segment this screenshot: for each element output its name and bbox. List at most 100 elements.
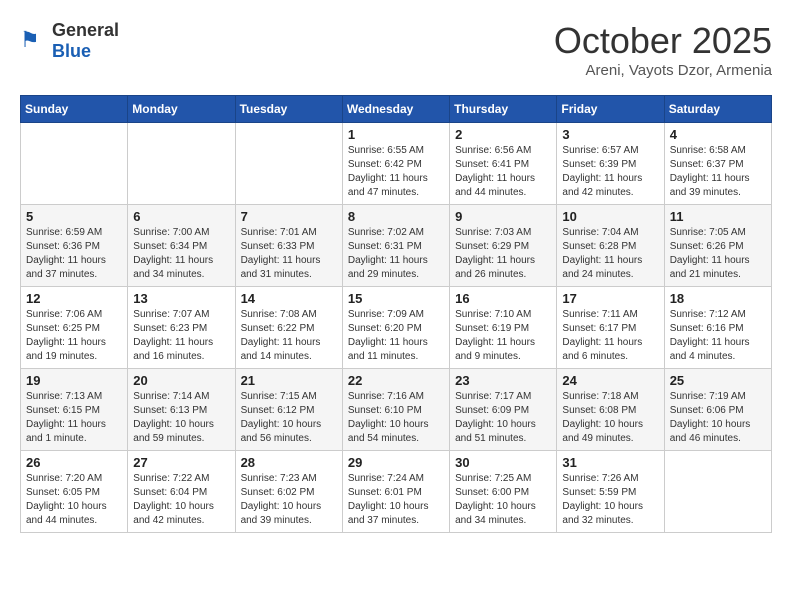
calendar-cell: 11 Sunrise: 7:05 AM Sunset: 6:26 PM Dayli… (664, 205, 771, 287)
day-info: Sunrise: 7:26 AM Sunset: 5:59 PM Dayligh… (562, 472, 658, 528)
day-info: Sunrise: 7:20 AM Sunset: 6:05 PM Dayligh… (26, 472, 122, 528)
calendar-cell: 24 Sunrise: 7:18 AM Sunset: 6:08 PM Dayli… (557, 369, 664, 451)
calendar-cell: 30Sunrise: 7:25 AM Sunset: 6:00 PM Dayli… (450, 451, 557, 533)
logo-text: General Blue (52, 20, 119, 62)
calendar-cell: 14 Sunrise: 7:08 AM Sunset: 6:22 PM Dayli… (235, 287, 342, 369)
week-row-3: 12Sunrise: 7:06 AM Sunset: 6:25 PM Dayli… (21, 287, 772, 369)
day-number: 29 (348, 455, 444, 470)
calendar-cell (235, 123, 342, 205)
calendar-cell: 13 Sunrise: 7:07 AM Sunset: 6:23 PM Dayli… (128, 287, 235, 369)
calendar-cell: 10 Sunrise: 7:04 AM Sunset: 6:28 PM Dayli… (557, 205, 664, 287)
day-number: 24 (562, 373, 658, 388)
day-number: 28 (241, 455, 337, 470)
calendar-cell: 8 Sunrise: 7:02 AM Sunset: 6:31 PM Daylig… (342, 205, 449, 287)
day-info: Sunrise: 7:16 AM Sunset: 6:10 PM Dayligh… (348, 390, 444, 446)
day-info: Sunrise: 7:23 AM Sunset: 6:02 PM Dayligh… (241, 472, 337, 528)
calendar-cell: 23Sunrise: 7:17 AM Sunset: 6:09 PM Dayli… (450, 369, 557, 451)
day-number: 18 (670, 291, 766, 306)
calendar-cell: 27 Sunrise: 7:22 AM Sunset: 6:04 PM Dayli… (128, 451, 235, 533)
day-number: 19 (26, 373, 122, 388)
day-info: Sunrise: 7:08 AM Sunset: 6:22 PM Dayligh… (241, 308, 337, 364)
page-header: ⚑ General Blue October 2025 Areni, Vayot… (20, 20, 772, 79)
day-number: 30 (455, 455, 551, 470)
day-number: 14 (241, 291, 337, 306)
weekday-header-friday: Friday (557, 96, 664, 123)
day-number: 12 (26, 291, 122, 306)
calendar-cell: 28 Sunrise: 7:23 AM Sunset: 6:02 PM Dayli… (235, 451, 342, 533)
calendar-cell (21, 123, 128, 205)
svg-text:⚑: ⚑ (20, 27, 40, 52)
day-info: Sunrise: 7:15 AM Sunset: 6:12 PM Dayligh… (241, 390, 337, 446)
day-info: Sunrise: 7:14 AM Sunset: 6:13 PM Dayligh… (133, 390, 229, 446)
calendar-cell: 7 Sunrise: 7:01 AM Sunset: 6:33 PM Daylig… (235, 205, 342, 287)
week-row-1: 1 Sunrise: 6:55 AM Sunset: 6:42 PM Daylig… (21, 123, 772, 205)
day-number: 7 (241, 209, 337, 224)
calendar-cell: 12Sunrise: 7:06 AM Sunset: 6:25 PM Dayli… (21, 287, 128, 369)
day-number: 22 (348, 373, 444, 388)
day-number: 1 (348, 127, 444, 142)
day-number: 25 (670, 373, 766, 388)
day-info: Sunrise: 7:04 AM Sunset: 6:28 PM Dayligh… (562, 226, 658, 282)
weekday-header-row: SundayMondayTuesdayWednesdayThursdayFrid… (21, 96, 772, 123)
day-number: 2 (455, 127, 551, 142)
day-number: 11 (670, 209, 766, 224)
day-number: 8 (348, 209, 444, 224)
calendar-cell (664, 451, 771, 533)
weekday-header-tuesday: Tuesday (235, 96, 342, 123)
calendar-table: SundayMondayTuesdayWednesdayThursdayFrid… (20, 95, 772, 533)
day-number: 10 (562, 209, 658, 224)
day-info: Sunrise: 7:18 AM Sunset: 6:08 PM Dayligh… (562, 390, 658, 446)
location-subtitle: Areni, Vayots Dzor, Armenia (554, 62, 772, 79)
day-info: Sunrise: 7:00 AM Sunset: 6:34 PM Dayligh… (133, 226, 229, 282)
calendar-cell: 20 Sunrise: 7:14 AM Sunset: 6:13 PM Dayli… (128, 369, 235, 451)
day-number: 17 (562, 291, 658, 306)
day-info: Sunrise: 7:01 AM Sunset: 6:33 PM Dayligh… (241, 226, 337, 282)
day-number: 6 (133, 209, 229, 224)
day-number: 16 (455, 291, 551, 306)
logo: ⚑ General Blue (20, 20, 119, 62)
calendar-cell: 31Sunrise: 7:26 AM Sunset: 5:59 PM Dayli… (557, 451, 664, 533)
calendar-cell: 5Sunrise: 6:59 AM Sunset: 6:36 PM Daylig… (21, 205, 128, 287)
calendar-cell: 15Sunrise: 7:09 AM Sunset: 6:20 PM Dayli… (342, 287, 449, 369)
logo-icon: ⚑ (20, 27, 48, 55)
calendar-cell: 2 Sunrise: 6:56 AM Sunset: 6:41 PM Daylig… (450, 123, 557, 205)
calendar-cell: 26Sunrise: 7:20 AM Sunset: 6:05 PM Dayli… (21, 451, 128, 533)
day-info: Sunrise: 6:59 AM Sunset: 6:36 PM Dayligh… (26, 226, 122, 282)
week-row-5: 26Sunrise: 7:20 AM Sunset: 6:05 PM Dayli… (21, 451, 772, 533)
day-info: Sunrise: 7:02 AM Sunset: 6:31 PM Dayligh… (348, 226, 444, 282)
day-info: Sunrise: 7:05 AM Sunset: 6:26 PM Dayligh… (670, 226, 766, 282)
calendar-cell: 22 Sunrise: 7:16 AM Sunset: 6:10 PM Dayli… (342, 369, 449, 451)
calendar-cell: 21Sunrise: 7:15 AM Sunset: 6:12 PM Dayli… (235, 369, 342, 451)
day-info: Sunrise: 6:55 AM Sunset: 6:42 PM Dayligh… (348, 144, 444, 200)
logo-general: General (52, 20, 119, 40)
day-number: 4 (670, 127, 766, 142)
day-info: Sunrise: 6:58 AM Sunset: 6:37 PM Dayligh… (670, 144, 766, 200)
day-info: Sunrise: 7:10 AM Sunset: 6:19 PM Dayligh… (455, 308, 551, 364)
day-info: Sunrise: 7:22 AM Sunset: 6:04 PM Dayligh… (133, 472, 229, 528)
logo-blue: Blue (52, 41, 91, 61)
week-row-4: 19Sunrise: 7:13 AM Sunset: 6:15 PM Dayli… (21, 369, 772, 451)
week-row-2: 5Sunrise: 6:59 AM Sunset: 6:36 PM Daylig… (21, 205, 772, 287)
day-number: 27 (133, 455, 229, 470)
day-number: 13 (133, 291, 229, 306)
weekday-header-wednesday: Wednesday (342, 96, 449, 123)
calendar-cell (128, 123, 235, 205)
day-info: Sunrise: 6:56 AM Sunset: 6:41 PM Dayligh… (455, 144, 551, 200)
calendar-cell: 4 Sunrise: 6:58 AM Sunset: 6:37 PM Daylig… (664, 123, 771, 205)
day-number: 20 (133, 373, 229, 388)
calendar-cell: 25 Sunrise: 7:19 AM Sunset: 6:06 PM Dayli… (664, 369, 771, 451)
day-number: 3 (562, 127, 658, 142)
day-info: Sunrise: 7:09 AM Sunset: 6:20 PM Dayligh… (348, 308, 444, 364)
day-info: Sunrise: 7:19 AM Sunset: 6:06 PM Dayligh… (670, 390, 766, 446)
day-number: 23 (455, 373, 551, 388)
weekday-header-monday: Monday (128, 96, 235, 123)
title-block: October 2025 Areni, Vayots Dzor, Armenia (554, 20, 772, 79)
day-number: 9 (455, 209, 551, 224)
day-info: Sunrise: 7:07 AM Sunset: 6:23 PM Dayligh… (133, 308, 229, 364)
calendar-cell: 19Sunrise: 7:13 AM Sunset: 6:15 PM Dayli… (21, 369, 128, 451)
calendar-cell: 29 Sunrise: 7:24 AM Sunset: 6:01 PM Dayli… (342, 451, 449, 533)
weekday-header-thursday: Thursday (450, 96, 557, 123)
day-info: Sunrise: 7:12 AM Sunset: 6:16 PM Dayligh… (670, 308, 766, 364)
day-info: Sunrise: 7:24 AM Sunset: 6:01 PM Dayligh… (348, 472, 444, 528)
calendar-cell: 18 Sunrise: 7:12 AM Sunset: 6:16 PM Dayli… (664, 287, 771, 369)
